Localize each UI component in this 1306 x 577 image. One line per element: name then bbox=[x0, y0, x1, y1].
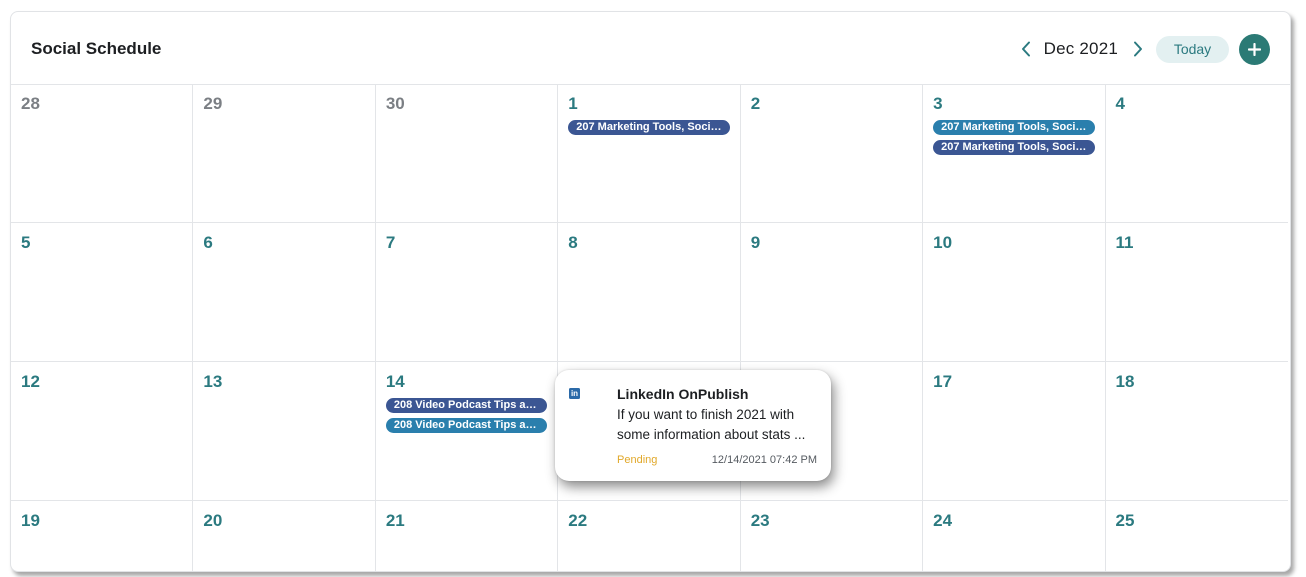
day-cell-13[interactable]: 13 bbox=[193, 362, 376, 501]
event-pill[interactable]: 208 Video Podcast Tips an... bbox=[385, 398, 548, 413]
day-cell-5[interactable]: 5 bbox=[11, 223, 194, 362]
linkedin-icon: in bbox=[569, 388, 580, 399]
day-cell-12[interactable]: 12 bbox=[11, 362, 194, 501]
day-number: 3 bbox=[933, 94, 943, 113]
event-pill[interactable]: 207 Marketing Tools, Social... bbox=[933, 140, 1095, 155]
event-list: 208 Video Podcast Tips an... 208 Video Po… bbox=[385, 398, 548, 438]
plus-icon bbox=[1248, 42, 1261, 56]
day-cell-21[interactable]: 21 bbox=[376, 501, 559, 571]
day-cell-10[interactable]: 10 bbox=[923, 223, 1106, 362]
chevron-left-icon[interactable] bbox=[1016, 35, 1036, 63]
day-cell-17[interactable]: 17 bbox=[923, 362, 1106, 501]
day-cell-1[interactable]: 1 207 Marketing Tools, Social... bbox=[558, 84, 741, 223]
day-number: 17 bbox=[933, 372, 953, 391]
add-post-button[interactable] bbox=[1239, 33, 1270, 65]
day-number: 11 bbox=[1115, 233, 1134, 252]
popover-timestamp: 12/14/2021 07:42 PM bbox=[711, 454, 817, 466]
day-number: 25 bbox=[1115, 511, 1135, 530]
day-cell-3[interactable]: 3 207 Marketing Tools, Social... 207 Marke… bbox=[923, 84, 1106, 223]
day-number: 13 bbox=[203, 372, 223, 391]
event-pill[interactable]: 207 Marketing Tools, Social... bbox=[568, 120, 730, 135]
day-cell-23[interactable]: 23 bbox=[741, 501, 924, 571]
day-cell-18[interactable]: 18 bbox=[1105, 362, 1288, 501]
calendar-header: Social Schedule Dec 2021 Today bbox=[11, 12, 1290, 85]
day-number: 9 bbox=[750, 233, 761, 252]
day-number: 1 bbox=[568, 94, 578, 113]
day-cell-8[interactable]: 8 bbox=[558, 223, 741, 362]
event-list: 207 Marketing Tools, Social... 207 Market… bbox=[933, 120, 1095, 160]
day-number: 2 bbox=[750, 94, 761, 113]
popover-body: If you want to finish 2021 with some inf… bbox=[617, 407, 806, 442]
day-cell-14[interactable]: 14 208 Video Podcast Tips an... 208 Video … bbox=[375, 362, 559, 501]
event-pill[interactable]: 207 Marketing Tools, Social... bbox=[933, 120, 1095, 135]
calendar-card: Social Schedule Dec 2021 Today 28 29 30 1 20… bbox=[10, 11, 1291, 572]
popover-title: LinkedIn OnPublish bbox=[617, 386, 749, 402]
calendar-grid: 28 29 30 1 207 Marketing Tools, Social... 2 3 2… bbox=[11, 84, 1288, 571]
current-month: Dec 2021 bbox=[1043, 39, 1118, 58]
today-button[interactable]: Today bbox=[1156, 35, 1229, 63]
day-number: 12 bbox=[21, 372, 40, 391]
day-number: 14 bbox=[385, 372, 405, 391]
day-cell-9[interactable]: 9 bbox=[740, 223, 924, 362]
page-title: Social Schedule bbox=[31, 39, 162, 58]
day-cell-20[interactable]: 20 bbox=[193, 501, 376, 571]
day-cell-19[interactable]: 19 bbox=[11, 501, 194, 571]
day-number: 5 bbox=[21, 233, 31, 252]
day-number: 24 bbox=[933, 511, 953, 530]
post-preview-popover[interactable]: in LinkedIn OnPublish If you want to fin… bbox=[555, 370, 831, 481]
day-cell-30[interactable]: 30 bbox=[375, 84, 559, 223]
day-cell-11[interactable]: 11 bbox=[1105, 223, 1288, 362]
day-number: 30 bbox=[385, 94, 405, 113]
day-cell-24[interactable]: 24 bbox=[923, 501, 1106, 571]
event-pill[interactable]: 208 Video Podcast Tips an... bbox=[385, 418, 548, 433]
day-number: 19 bbox=[21, 511, 40, 530]
status-badge: Pending bbox=[617, 454, 658, 466]
month-navigation: Dec 2021 Today bbox=[1016, 33, 1270, 65]
day-number: 10 bbox=[933, 233, 953, 252]
day-number: 8 bbox=[568, 233, 578, 252]
day-number: 23 bbox=[750, 511, 770, 530]
day-number: 22 bbox=[568, 511, 588, 530]
day-cell-22[interactable]: 22 bbox=[558, 501, 741, 571]
day-cell-7[interactable]: 7 bbox=[375, 223, 559, 362]
day-cell-28[interactable]: 28 bbox=[11, 84, 194, 223]
day-number: 29 bbox=[203, 94, 223, 113]
day-number: 20 bbox=[203, 511, 223, 530]
day-cell-2[interactable]: 2 bbox=[740, 84, 924, 223]
day-number: 28 bbox=[21, 94, 40, 113]
day-number: 18 bbox=[1115, 372, 1135, 391]
day-cell-25[interactable]: 25 bbox=[1106, 501, 1288, 571]
event-list: 207 Marketing Tools, Social... bbox=[568, 120, 730, 140]
day-number: 4 bbox=[1115, 94, 1125, 113]
day-number: 7 bbox=[385, 233, 396, 252]
day-cell-4[interactable]: 4 bbox=[1105, 84, 1288, 223]
chevron-right-icon[interactable] bbox=[1128, 35, 1148, 63]
day-number: 21 bbox=[385, 511, 405, 530]
day-number: 6 bbox=[203, 233, 213, 252]
day-cell-6[interactable]: 6 bbox=[193, 223, 376, 362]
day-cell-29[interactable]: 29 bbox=[193, 84, 376, 223]
